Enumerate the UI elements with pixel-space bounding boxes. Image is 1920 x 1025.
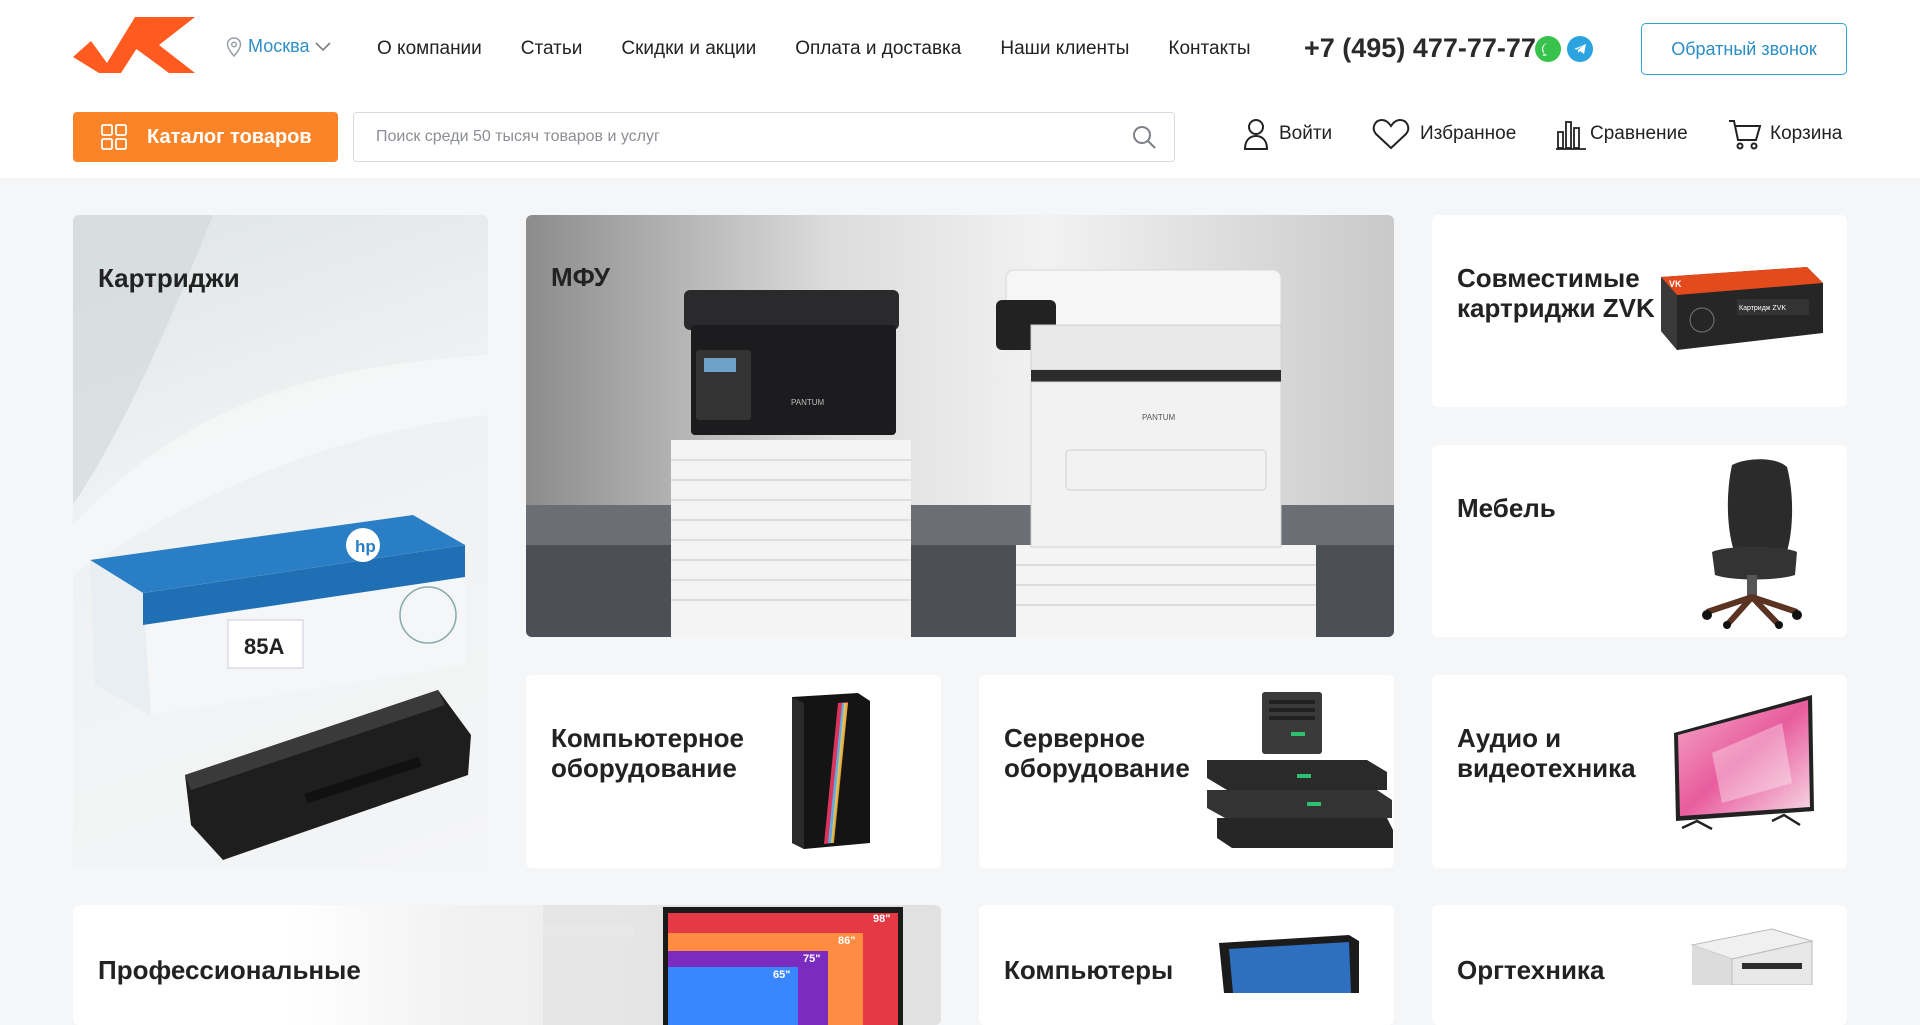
category-tile-furniture[interactable]: Мебель — [1432, 445, 1847, 637]
svg-text:VK: VK — [1669, 279, 1682, 289]
category-tile-server-equipment[interactable]: Серверное оборудование — [979, 675, 1394, 868]
cart-link[interactable]: Корзина — [1728, 118, 1842, 150]
site-header: Москва О компании Статьи Скидки и акции … — [0, 0, 1920, 178]
nav-clients[interactable]: Наши клиенты — [1000, 38, 1129, 60]
tv-size-label: 75" — [803, 953, 820, 965]
compare-chart-icon — [1556, 121, 1586, 150]
computer-image — [1219, 935, 1359, 993]
telegram-icon[interactable] — [1567, 36, 1593, 62]
cart-label: Корзина — [1770, 123, 1843, 144]
pc-case-image — [792, 693, 870, 849]
category-tile-mfu[interactable]: PANTUM PANTUM МФУ — [526, 215, 1394, 637]
whatsapp-icon[interactable] — [1535, 36, 1561, 62]
category-tile-zvk[interactable]: Совместимые картриджи ZVK VK Картридж ZV… — [1432, 215, 1847, 407]
tile-title: Мебель — [1457, 493, 1556, 523]
tile-title: Аудио и видеотехника — [1457, 723, 1636, 783]
category-tile-cartridges[interactable]: hp 85A Картриджи — [73, 215, 488, 868]
compare-link[interactable]: Сравнение — [1556, 118, 1688, 150]
svg-text:PANTUM: PANTUM — [1142, 413, 1176, 422]
tile-title: Картриджи — [98, 263, 240, 293]
site-logo[interactable] — [73, 17, 195, 73]
compare-label: Сравнение — [1590, 123, 1688, 144]
search-input[interactable] — [376, 128, 1114, 146]
server-image — [1207, 692, 1393, 848]
cartridge-image: hp 85A — [73, 215, 488, 860]
city-selector[interactable]: Москва — [226, 36, 332, 57]
tile-title: Компьютеры — [1004, 955, 1174, 985]
callback-button[interactable]: Обратный звонок — [1641, 23, 1847, 75]
category-tile-professional[interactable]: 98" 86" 75" 65" Профессиональные — [73, 905, 941, 1025]
user-icon — [1243, 119, 1269, 150]
phone-number[interactable]: +7 (495) 477-77-77 — [1304, 33, 1536, 64]
search-bar — [353, 112, 1175, 162]
tile-title: Профессиональные — [98, 955, 361, 985]
category-tile-office[interactable]: Оргтехника — [1432, 905, 1847, 1025]
tile-title: МФУ — [551, 262, 611, 292]
nav-payment-delivery[interactable]: Оплата и доставка — [795, 38, 961, 60]
nav-articles[interactable]: Статьи — [521, 38, 583, 60]
svg-text:PANTUM: PANTUM — [791, 398, 825, 407]
search-icon[interactable] — [1114, 124, 1174, 150]
login-link[interactable]: Войти — [1243, 118, 1332, 150]
zvk-box-label: Картридж ZVK — [1739, 305, 1786, 312]
tv-size-label: 65" — [773, 969, 790, 981]
favorites-link[interactable]: Избранное — [1372, 118, 1516, 150]
tile-title: Серверное оборудование — [1004, 723, 1190, 783]
login-label: Войти — [1279, 123, 1333, 144]
heart-icon — [1372, 118, 1410, 150]
nav-discounts[interactable]: Скидки и акции — [621, 38, 756, 60]
category-tile-computers[interactable]: Компьютеры — [979, 905, 1394, 1025]
category-tile-computer-equipment[interactable]: Компьютерное оборудование — [526, 675, 941, 868]
tv-size-label: 86" — [838, 935, 855, 947]
hp-box-label: 85A — [244, 634, 284, 659]
chevron-down-icon — [315, 41, 332, 51]
catalog-label: Каталог товаров — [147, 125, 312, 148]
office-chair-image — [1702, 459, 1802, 629]
cart-icon — [1729, 120, 1762, 150]
location-pin-icon — [226, 36, 242, 57]
favorites-label: Избранное — [1420, 123, 1517, 144]
mfu-image: PANTUM PANTUM — [526, 269, 1394, 637]
office-equipment-image — [1690, 928, 1814, 985]
city-name: Москва — [248, 36, 310, 56]
tv-size-label: 98" — [873, 913, 890, 925]
grid-icon — [101, 124, 127, 150]
tile-title: Оргтехника — [1457, 955, 1605, 985]
messenger-links — [1535, 36, 1593, 62]
tile-title: Совместимые картриджи ZVK — [1457, 263, 1655, 323]
svg-text:hp: hp — [355, 537, 376, 556]
zvk-box-image: VK Картридж ZVK — [1661, 267, 1823, 350]
main-nav: О компании Статьи Скидки и акции Оплата … — [377, 38, 1251, 60]
tv-image — [1674, 695, 1814, 831]
tile-title: Компьютерное оборудование — [551, 723, 745, 783]
catalog-button[interactable]: Каталог товаров — [73, 112, 338, 162]
professional-displays-image: 98" 86" 75" 65" — [543, 905, 941, 1025]
nav-about[interactable]: О компании — [377, 38, 482, 60]
nav-contacts[interactable]: Контакты — [1168, 38, 1250, 60]
category-tile-audio-video[interactable]: Аудио и видеотехника — [1432, 675, 1847, 868]
